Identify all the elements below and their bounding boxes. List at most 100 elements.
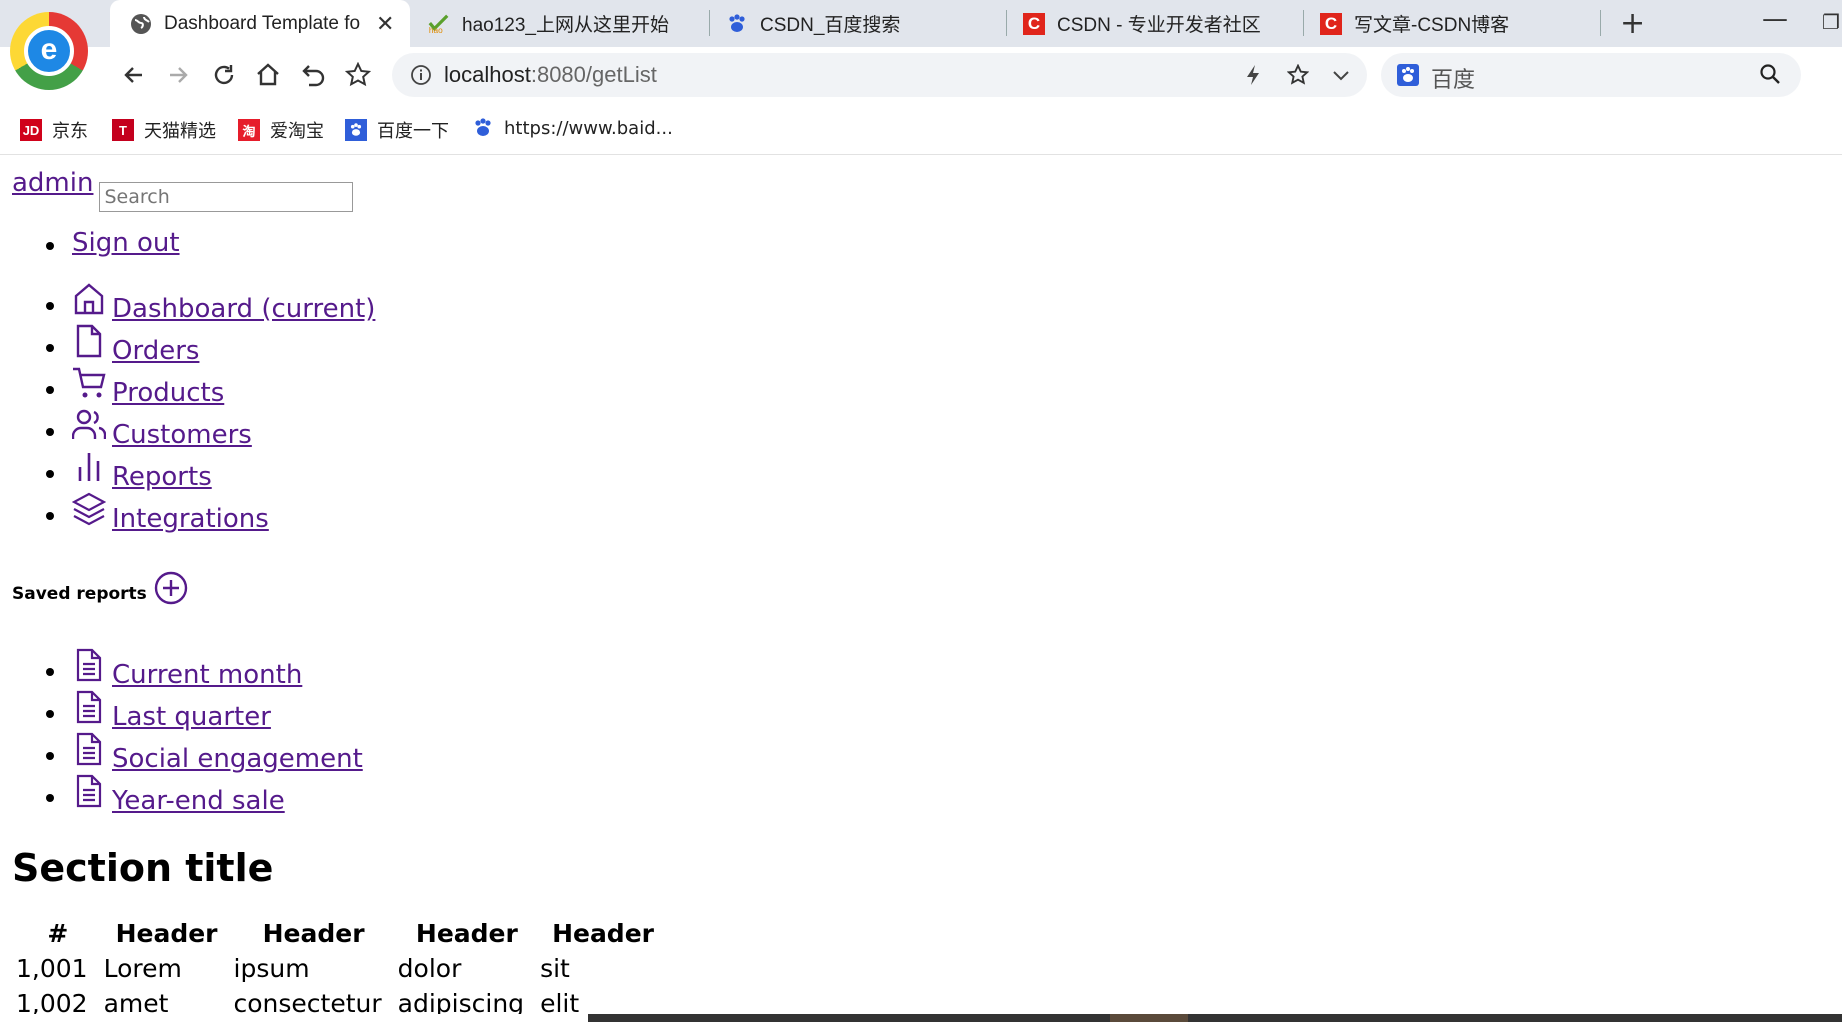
saved-report-link[interactable]: Current month (72, 648, 302, 690)
saved-report-link[interactable]: Year-end sale (72, 774, 285, 816)
nav-link-orders[interactable]: Orders (72, 324, 199, 366)
info-icon[interactable] (410, 64, 432, 90)
nav-label: Orders (112, 336, 200, 366)
column-header: Header (115, 919, 218, 948)
search-engine-box[interactable]: 百度 (1381, 53, 1801, 97)
tab-baidu-search[interactable]: CSDN_百度搜索 (726, 0, 996, 47)
bar-chart-icon (78, 453, 100, 481)
close-tab-icon[interactable]: ✕ (376, 11, 394, 37)
saved-reports-heading: Saved reports (12, 570, 189, 606)
address-bar[interactable]: localhost:8080/getList (392, 53, 1367, 97)
bullet (46, 752, 54, 760)
file-text-icon (76, 648, 102, 682)
bullet (46, 428, 54, 436)
saved-report-item: Year-end sale (12, 774, 363, 816)
users-icon (72, 409, 106, 439)
nav-link-products[interactable]: Products (72, 366, 224, 408)
tab-separator (1600, 10, 1601, 36)
new-tab-button[interactable]: + (1620, 6, 1645, 41)
search-icon[interactable] (1759, 63, 1781, 89)
tab-separator (1006, 10, 1007, 36)
nav-link-integrations[interactable]: Integrations (72, 492, 269, 534)
sidebar-nav: Dashboard (current) Orders Products Cust… (12, 282, 375, 534)
bookmark-baidu-url[interactable]: https://www.baid... (472, 117, 673, 139)
top-navbar: admin (12, 168, 354, 212)
nav-link-customers[interactable]: Customers (72, 408, 252, 450)
saved-report-label: Current month (112, 660, 303, 690)
sidebar-item-integrations: Integrations (12, 492, 375, 534)
bookmark-aitaobao[interactable]: 淘 爱淘宝 (238, 117, 324, 143)
reload-button[interactable] (206, 57, 242, 93)
section-title: Section title (12, 846, 274, 890)
sign-out-link[interactable]: Sign out (72, 228, 180, 258)
chevron-down-icon[interactable] (1330, 64, 1352, 90)
back-button[interactable] (116, 57, 152, 93)
taskbar-segment (0, 1014, 588, 1022)
taskbar-segment (1110, 1014, 1188, 1022)
csdn-icon: C (1023, 12, 1045, 35)
home-button[interactable] (250, 57, 286, 93)
sidebar-item-orders: Orders (12, 324, 375, 366)
bookmark-label: 京东 (52, 121, 88, 142)
tab-title: Dashboard Template fo (164, 12, 361, 34)
nav-link-reports[interactable]: Reports (72, 450, 212, 492)
bookmark-jd[interactable]: JD 京东 (20, 117, 88, 143)
bookmark-star-button[interactable] (340, 57, 376, 93)
jd-icon: JD (20, 119, 42, 141)
tab-csdn[interactable]: C CSDN - 专业开发者社区 (1023, 0, 1293, 47)
plus-circle-icon[interactable] (153, 570, 189, 606)
search-input[interactable] (99, 182, 354, 212)
sidebar-item-customers: Customers (12, 408, 375, 450)
tmall-icon: T (112, 119, 134, 141)
brand-link[interactable]: admin (12, 168, 93, 198)
saved-report-item: Current month (12, 648, 363, 690)
bookmark-tmall[interactable]: T 天猫精选 (112, 117, 216, 143)
globe-icon (130, 13, 152, 35)
shopping-cart-icon (73, 367, 106, 398)
svg-text:hao: hao (429, 26, 443, 35)
lightning-icon[interactable] (1244, 64, 1262, 90)
bookmark-label: 天猫精选 (144, 121, 216, 142)
bullet (46, 512, 54, 520)
saved-report-item: Social engagement (12, 732, 363, 774)
column-header: # (47, 919, 69, 948)
saved-report-link[interactable]: Last quarter (72, 690, 271, 732)
table-cell: dolor (397, 954, 462, 983)
saved-report-link[interactable]: Social engagement (72, 732, 363, 774)
bullet (46, 668, 54, 676)
layers-icon (72, 492, 106, 526)
restore-button[interactable]: ❐ (1822, 10, 1840, 34)
sidebar-item-reports: Reports (12, 450, 375, 492)
sidebar-item-products: Products (12, 366, 375, 408)
url-path: :8080/getList (530, 62, 657, 87)
bookmark-baidu[interactable]: 百度一下 (345, 117, 449, 143)
saved-report-label: Social engagement (112, 744, 363, 774)
data-table: # Header Header Header Header 1,001 Lore… (14, 916, 668, 1021)
tab-hao123[interactable]: hao hao123_上网从这里开始 (428, 0, 698, 47)
csdn-icon: C (1320, 12, 1342, 35)
baidu-paw-icon (726, 13, 748, 35)
saved-reports-list: Current month Last quarter Social engage… (12, 648, 363, 816)
browser-logo: e (10, 12, 88, 90)
tab-csdn-blog[interactable]: C 写文章-CSDN博客 (1320, 0, 1590, 47)
undo-close-button[interactable] (296, 57, 332, 93)
minimize-button[interactable]: — (1762, 4, 1788, 34)
nav-label: Customers (112, 420, 252, 450)
tab-title: CSDN - 专业开发者社区 (1057, 15, 1261, 36)
bullet (46, 344, 54, 352)
tab-separator (1303, 10, 1304, 36)
url-host: localhost (444, 62, 531, 87)
column-header: Header (262, 919, 365, 948)
nav-link-dashboard[interactable]: Dashboard (current) (72, 282, 375, 324)
bullet (46, 386, 54, 394)
star-icon[interactable] (1286, 63, 1310, 90)
forward-button[interactable] (160, 57, 196, 93)
tab-title: CSDN_百度搜索 (760, 15, 901, 36)
tab-dashboard[interactable]: Dashboard Template fo ✕ (110, 0, 410, 47)
taskbar-strip (0, 1014, 1842, 1022)
saved-report-item: Last quarter (12, 690, 363, 732)
home-icon (74, 283, 104, 315)
baidu-paw-icon (1397, 64, 1419, 90)
table-cell: Lorem (103, 954, 182, 983)
baidu-paw-icon (345, 119, 367, 141)
